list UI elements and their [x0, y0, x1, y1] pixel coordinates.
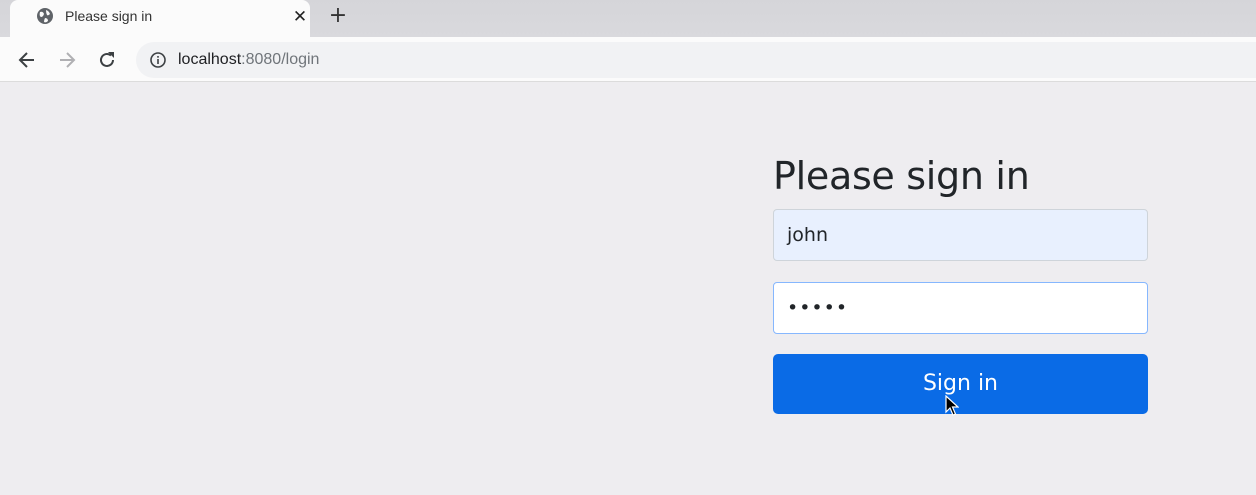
url-text[interactable]: localhost:8080/login: [178, 51, 319, 69]
password-field[interactable]: •••••: [773, 282, 1148, 334]
close-tab-icon[interactable]: ✕: [290, 7, 310, 27]
login-page: Please sign in john ••••• Sign in: [0, 82, 1256, 495]
tab-title: Please sign in: [65, 8, 153, 24]
browser-toolbar: localhost:8080/login: [0, 37, 1256, 82]
forward-arrow-icon[interactable]: [56, 49, 78, 71]
username-field[interactable]: john: [773, 209, 1148, 261]
address-bar[interactable]: localhost:8080/login: [136, 42, 1256, 78]
globe-icon: [37, 8, 53, 24]
back-arrow-icon[interactable]: [16, 49, 38, 71]
tab-strip: Please sign in ✕ +: [0, 0, 1256, 37]
sign-in-button[interactable]: Sign in: [773, 354, 1148, 414]
browser-tab[interactable]: Please sign in ✕: [10, 0, 310, 37]
page-title: Please sign in: [773, 154, 1030, 198]
mouse-pointer-icon: [945, 395, 959, 416]
url-path: :8080/login: [241, 51, 320, 68]
info-icon[interactable]: [149, 51, 167, 69]
url-host: localhost: [178, 51, 242, 68]
new-tab-button[interactable]: +: [327, 5, 349, 27]
reload-icon[interactable]: [96, 49, 118, 71]
